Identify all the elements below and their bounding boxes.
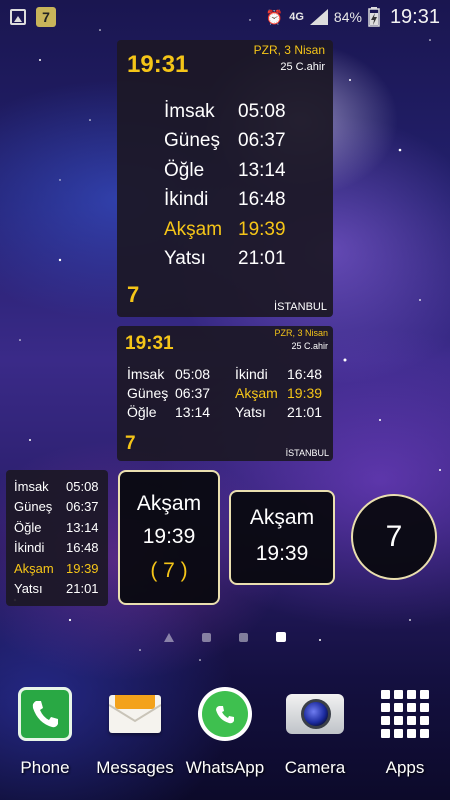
next-prayer-name: Akşam (136, 492, 202, 515)
dock-app-phone[interactable]: Phone (0, 684, 90, 794)
next-prayer-widget[interactable]: Akşam 19:39 ( 7 ) (118, 470, 220, 605)
app-label: WhatsApp (185, 758, 265, 777)
prayer-row-aksam-next: Akşam 19:39 (164, 218, 286, 240)
prayer-name: İmsak (127, 366, 165, 382)
minutes-remaining: 7 (127, 282, 140, 307)
prayer-name: Öğle (127, 404, 157, 420)
hijri-date: 25 C.ahir (280, 61, 325, 73)
alarm-icon: ⏰ (265, 8, 284, 25)
city-name: İSTANBUL (285, 448, 329, 458)
hijri-date: 25 C.ahir (291, 341, 328, 351)
status-time: 19:31 (389, 5, 440, 28)
apps-grid-icon[interactable] (375, 684, 435, 744)
signal-icon (309, 9, 328, 25)
home-page-icon[interactable] (164, 632, 174, 642)
prayer-time: 16:48 (287, 366, 323, 382)
next-prayer-name: Akşam (249, 506, 315, 529)
app-dock: Phone Messages WhatsApp Camera Apps (0, 684, 450, 794)
dock-app-camera[interactable]: Camera (270, 684, 360, 794)
prayer-row-gunes: Güneş 06:37 (164, 130, 286, 152)
minutes-remaining: 7 (385, 520, 403, 553)
prayer-row-ikindi: İkindi 16:48 (164, 189, 286, 211)
app-label: Phone (20, 758, 70, 777)
prayer-times-widget-medium[interactable]: 19:31 PZR, 3 Nisan 25 C.ahir İmsak 05:08 … (117, 326, 333, 461)
dock-app-messages[interactable]: Messages (90, 684, 180, 794)
next-prayer-time: 19:39 (142, 525, 196, 548)
next-prayer-time: 19:39 (255, 542, 309, 565)
minutes-remaining: ( 7 ) (150, 559, 188, 582)
dock-app-whatsapp[interactable]: WhatsApp (180, 684, 270, 794)
prayer-time: 06:37 (175, 385, 211, 401)
page-indicator[interactable] (0, 632, 450, 642)
page-dot-active[interactable] (276, 632, 286, 642)
phone-icon[interactable] (15, 684, 75, 744)
prayer-row-ogle: Öğle 13:14 (14, 519, 99, 535)
city-name: İSTANBUL (274, 301, 327, 313)
prayer-times-widget-small[interactable]: İmsak 05:08 Güneş 06:37 Öğle 13:14 İkindi 16… (6, 470, 108, 606)
network-type: 4G (289, 11, 304, 23)
prayer-time: 13:14 (175, 404, 211, 420)
prayer-row-ikindi: İkindi 16:48 (14, 540, 99, 556)
prayer-time-next: 19:39 (287, 385, 323, 401)
messages-icon[interactable] (105, 684, 165, 744)
prayer-row-aksam-next: Akşam 19:39 (14, 560, 99, 576)
gregorian-date: PZR, 3 Nisan (274, 328, 328, 338)
battery-charging-icon (368, 7, 380, 27)
prayer-row-yatsi: Yatsı 21:01 (164, 248, 286, 270)
notification-badge: 7 (36, 7, 56, 27)
page-dot[interactable] (239, 632, 248, 642)
app-label: Camera (284, 758, 346, 777)
current-time: 19:31 (127, 51, 189, 78)
prayer-row-yatsi: Yatsı 21:01 (14, 581, 99, 597)
prayer-time: 05:08 (175, 366, 211, 382)
battery-percent: 84% (333, 9, 362, 25)
dock-app-apps[interactable]: Apps (360, 684, 450, 794)
prayer-time: 21:01 (287, 404, 323, 420)
page-dot[interactable] (202, 632, 211, 642)
prayer-name: Yatsı (235, 404, 266, 420)
prayer-name: Güneş (127, 385, 169, 401)
whatsapp-icon[interactable] (195, 684, 255, 744)
minutes-remaining: 7 (125, 433, 136, 454)
gregorian-date: PZR, 3 Nisan (253, 43, 325, 57)
current-time: 19:31 (125, 333, 174, 354)
gallery-notification-icon (10, 9, 26, 25)
prayer-name: İkindi (235, 366, 268, 382)
prayer-times-widget-large[interactable]: 19:31 PZR, 3 Nisan 25 C.ahir İmsak 05:08 … (117, 40, 333, 317)
app-label: Apps (385, 758, 425, 777)
app-label: Messages (96, 758, 174, 777)
prayer-row-imsak: İmsak 05:08 (164, 100, 286, 122)
prayer-row-ogle: Öğle 13:14 (164, 159, 286, 181)
prayer-grid: İmsak 05:08 İkindi 16:48 Güneş 06:37 Akşam 1… (127, 366, 332, 420)
next-prayer-widget-compact[interactable]: Akşam 19:39 (229, 490, 335, 585)
countdown-circle-widget[interactable]: 7 (351, 494, 437, 580)
prayer-row-imsak: İmsak 05:08 (14, 478, 99, 494)
camera-icon[interactable] (285, 684, 345, 744)
status-bar: 7 ⏰ 4G 84% 19:31 (0, 0, 450, 34)
prayer-row-gunes: Güneş 06:37 (14, 499, 99, 515)
prayer-name-next: Akşam (235, 385, 278, 401)
